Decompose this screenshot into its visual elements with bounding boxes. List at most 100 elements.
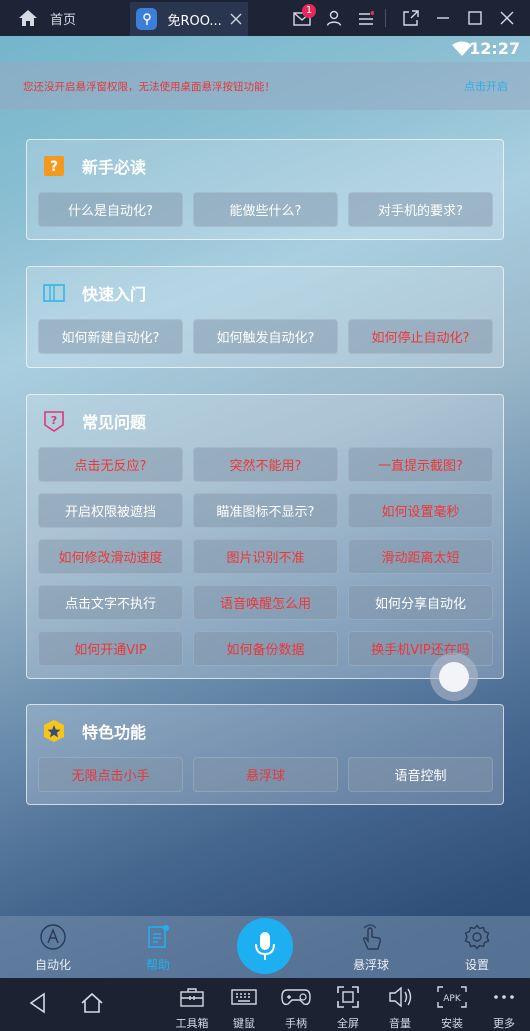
more-button[interactable]: 更多 [484, 984, 524, 1031]
help-doc-icon [123, 922, 193, 952]
mail-button[interactable]: 1 [289, 0, 316, 36]
help-topic-button[interactable]: 什么是自动化? [38, 192, 183, 227]
microphone-icon [255, 932, 275, 960]
maximize-button[interactable] [462, 0, 488, 36]
app-tab[interactable]: 免ROO... [130, 2, 248, 36]
section-featured: 特色功能 无限点击小手 悬浮球 语音控制 [26, 704, 504, 805]
help-topic-button[interactable]: 如何停止自动化? [348, 319, 493, 354]
automation-icon [18, 922, 88, 952]
nav-label: 帮助 [145, 958, 170, 972]
gamepad-button[interactable]: 手柄 [276, 984, 316, 1031]
tool-label: 全屏 [337, 1017, 359, 1030]
help-topic-button[interactable]: 开启权限被遮挡 [38, 493, 183, 528]
help-topic-button[interactable]: 悬浮球 [193, 757, 338, 792]
emulator-toolbar: 工具箱 键鼠 手柄 全屏 音量 APK 安装 更多 [0, 978, 530, 1031]
section-buttons: 点击无反应? 突然不能用? 一直提示截图? 开启权限被遮挡 瞄准图标不显示? 如… [27, 447, 503, 666]
floating-assist-ball[interactable] [430, 653, 478, 701]
section-title: 特色功能 [82, 723, 147, 742]
android-home-button[interactable] [80, 992, 104, 1018]
help-topic-button[interactable]: 如何触发自动化? [193, 319, 338, 354]
back-triangle-icon [29, 992, 45, 1014]
help-topic-button[interactable]: 如何分享自动化 [348, 585, 493, 620]
home-tab[interactable]: 首页 [0, 0, 88, 36]
svg-text:?: ? [51, 414, 57, 427]
account-button[interactable] [321, 0, 347, 36]
section-title: 常见问题 [82, 413, 147, 432]
floating-ball-core [439, 662, 469, 692]
titlebar-divider [385, 9, 386, 27]
help-topic-button[interactable]: 突然不能用? [193, 447, 338, 482]
tap-hand-icon [336, 922, 406, 952]
help-topic-button[interactable]: 能做些什么? [193, 192, 338, 227]
section-buttons: 如何新建自动化? 如何触发自动化? 如何停止自动化? [27, 319, 503, 354]
home-icon [19, 10, 37, 26]
svg-text:APK: APK [443, 994, 462, 1004]
mail-badge: 1 [302, 4, 316, 18]
nav-automation[interactable]: 自动化 [18, 922, 88, 973]
user-icon [326, 10, 342, 26]
pop-out-icon [403, 10, 419, 26]
nav-label: 设置 [464, 958, 489, 972]
help-topic-button[interactable]: 一直提示截图? [348, 447, 493, 482]
help-topic-button[interactable]: 瞄准图标不显示? [193, 493, 338, 528]
install-apk-button[interactable]: APK 安装 [432, 984, 472, 1031]
help-topic-button[interactable]: 点击无反应? [38, 447, 183, 482]
permission-banner: 您还没开启悬浮窗权限，无法使用桌面悬浮按钮功能！ 点击开启 [0, 62, 530, 110]
help-topic-button[interactable]: 如何设置毫秒 [348, 493, 493, 528]
section-buttons: 无限点击小手 悬浮球 语音控制 [27, 757, 503, 792]
app-tab-icon [136, 8, 158, 30]
close-window-button[interactable] [494, 0, 520, 36]
voice-button[interactable] [237, 918, 293, 974]
gamepad-icon [276, 984, 316, 1010]
tool-label: 安装 [441, 1017, 463, 1030]
home-outline-icon [81, 992, 103, 1013]
nav-help[interactable]: 帮助 [123, 922, 193, 973]
section-buttons: 什么是自动化? 能做些什么? 对手机的要求? [27, 192, 503, 227]
help-topic-button[interactable]: 滑动距离太短 [348, 539, 493, 574]
question-shield-icon: ? [42, 409, 66, 433]
gear-icon [442, 922, 512, 952]
menu-button[interactable] [353, 0, 379, 36]
volume-button[interactable]: 音量 [380, 984, 420, 1031]
nav-float-ball[interactable]: 悬浮球 [336, 922, 406, 973]
fullscreen-icon [328, 984, 368, 1010]
svg-text:?: ? [50, 159, 58, 175]
help-topic-button[interactable]: 无限点击小手 [38, 757, 183, 792]
pop-out-button[interactable] [398, 0, 424, 36]
help-topic-button[interactable]: 点击文字不执行 [38, 585, 183, 620]
minimize-button[interactable] [430, 0, 456, 36]
permission-warning-text: 您还没开启悬浮窗权限，无法使用桌面悬浮按钮功能！ [23, 80, 275, 93]
help-topic-button[interactable]: 语音唤醒怎么用 [193, 585, 338, 620]
enable-permission-link[interactable]: 点击开启 [464, 78, 508, 94]
close-tab-icon[interactable] [230, 13, 242, 25]
speaker-icon [380, 984, 420, 1010]
keyboard-icon [224, 984, 264, 1010]
apk-icon: APK [432, 984, 472, 1010]
help-topic-button[interactable]: 对手机的要求? [348, 192, 493, 227]
tool-label: 音量 [389, 1017, 411, 1030]
help-topic-button[interactable]: 如何新建自动化? [38, 319, 183, 354]
keyboard-button[interactable]: 键鼠 [224, 984, 264, 1031]
toolbox-button[interactable]: 工具箱 [172, 984, 212, 1031]
android-status-bar: 12:27 [0, 36, 530, 62]
section-title: 快速入门 [82, 285, 147, 304]
back-button[interactable] [28, 992, 48, 1018]
nav-settings[interactable]: 设置 [442, 922, 512, 973]
toolbox-icon [172, 984, 212, 1010]
section-quick-start: 快速入门 如何新建自动化? 如何触发自动化? 如何停止自动化? [26, 266, 504, 368]
help-topic-button[interactable]: 语音控制 [348, 757, 493, 792]
home-tab-label: 首页 [50, 12, 77, 28]
help-topic-button[interactable]: 如何修改滑动速度 [38, 539, 183, 574]
fullscreen-button[interactable]: 全屏 [328, 984, 368, 1031]
star-badge-icon [42, 719, 66, 743]
section-faq: ? 常见问题 点击无反应? 突然不能用? 一直提示截图? 开启权限被遮挡 瞄准图… [26, 394, 504, 679]
question-square-icon: ? [42, 154, 66, 178]
tool-label: 工具箱 [175, 1017, 209, 1030]
menu-icon [359, 11, 374, 25]
help-topic-button[interactable]: 图片识别不准 [193, 539, 338, 574]
nav-label: 悬浮球 [352, 958, 389, 972]
help-topic-button[interactable]: 如何开通VIP [38, 631, 183, 666]
minimize-icon [437, 17, 449, 19]
more-dots-icon [484, 984, 524, 1010]
help-topic-button[interactable]: 如何备份数据 [193, 631, 338, 666]
